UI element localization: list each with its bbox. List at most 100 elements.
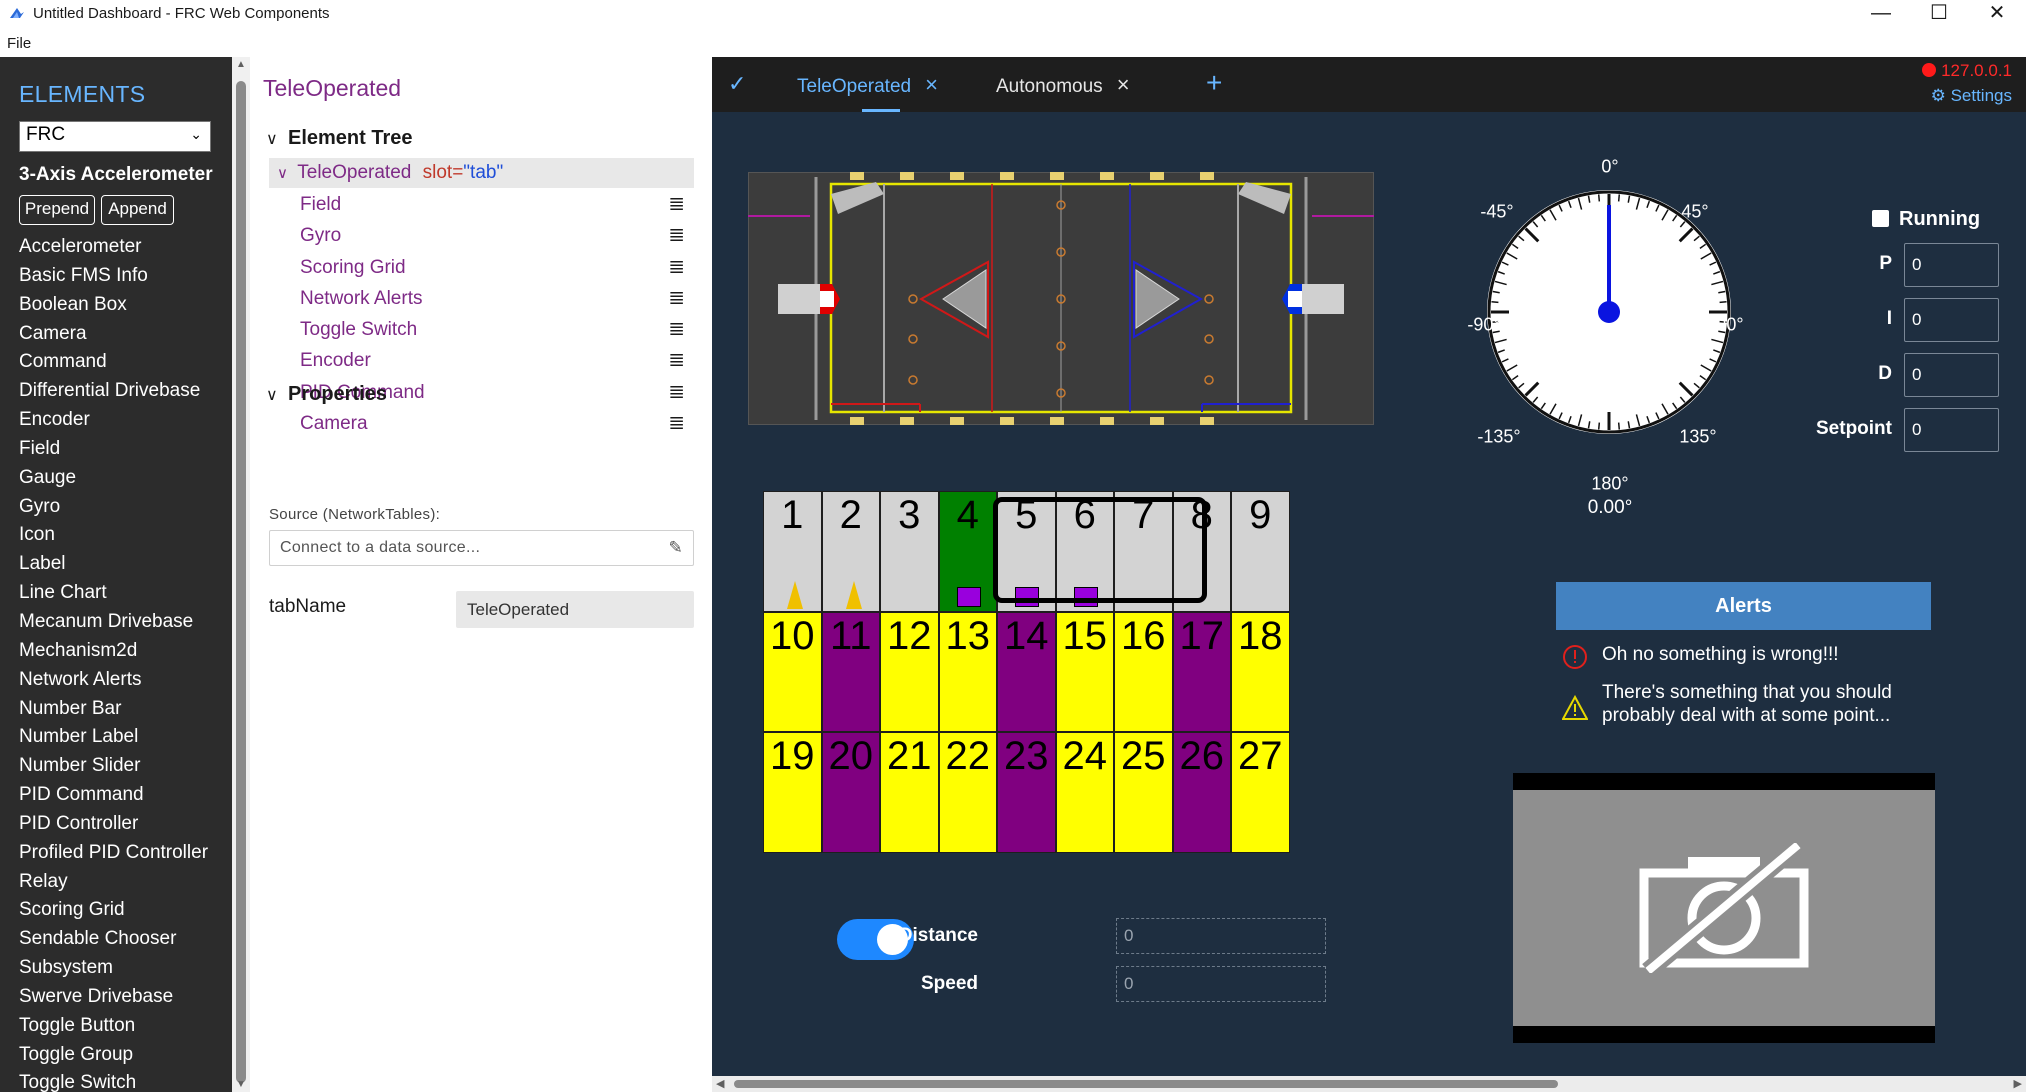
tabname-input[interactable]: TeleOperated	[456, 591, 694, 628]
element-list-item[interactable]: Toggle Group	[19, 1041, 208, 1070]
pid-p-input[interactable]: 0	[1904, 243, 1999, 287]
element-list-item[interactable]: Number Slider	[19, 752, 208, 781]
element-list-item[interactable]: Gauge	[19, 464, 208, 493]
prepend-button[interactable]: Prepend	[19, 195, 95, 225]
edit-icon[interactable]: ✎	[668, 538, 683, 558]
grid-node-21[interactable]: 21	[880, 732, 939, 854]
drag-handle-icon[interactable]: ≣	[668, 252, 685, 283]
element-tree-heading[interactable]: ∨ Element Tree	[266, 127, 413, 150]
grid-node-23[interactable]: 23	[997, 732, 1056, 854]
drag-handle-icon[interactable]: ≣	[668, 408, 685, 439]
grid-node-9[interactable]: 9	[1231, 491, 1290, 612]
grid-node-18[interactable]: 18	[1231, 611, 1290, 733]
element-list-item[interactable]: Accelerometer	[19, 233, 208, 262]
tree-node[interactable]: Scoring Grid ≣	[300, 252, 700, 283]
element-list-item[interactable]: PID Controller	[19, 810, 208, 839]
tab-autonomous[interactable]: Autonomous ×	[996, 72, 1130, 98]
element-list-item[interactable]: Number Bar	[19, 695, 208, 724]
element-list-item[interactable]: PID Command	[19, 781, 208, 810]
element-list-item[interactable]: Relay	[19, 868, 208, 897]
source-input[interactable]: Connect to a data source... ✎	[269, 530, 694, 566]
element-list-item[interactable]: Boolean Box	[19, 291, 208, 320]
grid-node-2[interactable]: 2	[821, 491, 880, 612]
scroll-down-icon[interactable]: ▼	[236, 1079, 246, 1090]
tree-node[interactable]: Field ≣	[300, 189, 700, 220]
element-list-item[interactable]: Network Alerts	[19, 666, 208, 695]
tree-root-node[interactable]: ∨ TeleOperated slot="tab"	[269, 158, 694, 188]
drag-handle-icon[interactable]: ≣	[668, 314, 685, 345]
drag-handle-icon[interactable]: ≣	[668, 189, 685, 220]
tree-node[interactable]: Toggle Switch ≣	[300, 314, 700, 345]
settings-button[interactable]: ⚙ Settings	[1931, 86, 2012, 106]
element-list-item[interactable]: Sendable Chooser	[19, 925, 208, 954]
grid-node-17[interactable]: 17	[1172, 611, 1231, 733]
check-circle-icon[interactable]: ✓	[728, 71, 746, 97]
dashboard-scrollbar-thumb[interactable]	[734, 1080, 1558, 1088]
grid-node-24[interactable]: 24	[1055, 732, 1114, 854]
element-list-item[interactable]: Camera	[19, 320, 208, 349]
element-list-item[interactable]: Field	[19, 435, 208, 464]
properties-heading[interactable]: ∨ Properties	[266, 383, 387, 406]
grid-node-20[interactable]: 20	[821, 732, 880, 854]
tree-node[interactable]: Camera ≣	[300, 408, 700, 439]
element-list-item[interactable]: Number Label	[19, 723, 208, 752]
maximize-button[interactable]: ☐	[1910, 0, 1968, 28]
grid-node-15[interactable]: 15	[1055, 611, 1114, 733]
element-list-item[interactable]: Label	[19, 550, 208, 579]
drag-handle-icon[interactable]: ≣	[668, 377, 685, 408]
checkbox-icon[interactable]	[1872, 210, 1889, 227]
element-list-item[interactable]: Icon	[19, 521, 208, 550]
element-list-item[interactable]: Basic FMS Info	[19, 262, 208, 291]
element-list-item[interactable]: Subsystem	[19, 954, 208, 983]
close-window-button[interactable]: ✕	[1968, 0, 2026, 28]
element-list-item[interactable]: Encoder	[19, 406, 208, 435]
grid-node-13[interactable]: 13	[938, 611, 997, 733]
element-list-item[interactable]: Command	[19, 348, 208, 377]
element-list-item[interactable]: Gyro	[19, 493, 208, 522]
library-select[interactable]: FRC ⌄	[19, 121, 211, 152]
element-list-item[interactable]: Profiled PID Controller	[19, 839, 208, 868]
scroll-right-icon[interactable]: ▶	[2014, 1077, 2022, 1090]
grid-node-10[interactable]: 10	[763, 611, 822, 733]
element-list-item[interactable]: Differential Drivebase	[19, 377, 208, 406]
append-button[interactable]: Append	[101, 195, 174, 225]
grid-node-27[interactable]: 27	[1231, 732, 1290, 854]
pid-d-input[interactable]: 0	[1904, 353, 1999, 397]
dashboard-scrollbar[interactable]: ◀ ▶	[712, 1076, 2026, 1092]
drag-handle-icon[interactable]: ≣	[668, 220, 685, 251]
pid-running-checkbox[interactable]: Running	[1872, 208, 1980, 231]
grid-node-1[interactable]: 1	[763, 491, 822, 612]
grid-node-19[interactable]: 19	[763, 732, 822, 854]
distance-field[interactable]: 0	[1116, 918, 1326, 954]
close-tab-icon[interactable]: ×	[925, 72, 938, 97]
drag-handle-icon[interactable]: ≣	[668, 283, 685, 314]
grid-node-25[interactable]: 25	[1114, 732, 1173, 854]
close-tab-icon[interactable]: ×	[1117, 72, 1130, 97]
tree-node[interactable]: Gyro ≣	[300, 220, 700, 251]
tree-node[interactable]: Network Alerts ≣	[300, 283, 700, 314]
pid-setpoint-input[interactable]: 0	[1904, 408, 1999, 452]
add-tab-button[interactable]: +	[1206, 67, 1222, 99]
element-list-item[interactable]: Toggle Switch	[19, 1069, 208, 1092]
speed-field[interactable]: 0	[1116, 966, 1326, 1002]
scroll-left-icon[interactable]: ◀	[716, 1077, 724, 1090]
minimize-button[interactable]: —	[1852, 0, 1910, 28]
sidebar-scrollbar-thumb[interactable]	[236, 81, 246, 1083]
element-list-item[interactable]: Line Chart	[19, 579, 208, 608]
grid-node-4[interactable]: 4	[938, 491, 997, 612]
sidebar-scrollbar[interactable]: ▲ ▼	[232, 57, 250, 1092]
grid-node-16[interactable]: 16	[1114, 611, 1173, 733]
element-list-item[interactable]: Mechanism2d	[19, 637, 208, 666]
grid-node-22[interactable]: 22	[938, 732, 997, 854]
pid-i-input[interactable]: 0	[1904, 298, 1999, 342]
grid-node-12[interactable]: 12	[880, 611, 939, 733]
tree-node[interactable]: Encoder ≣	[300, 345, 700, 376]
drag-handle-icon[interactable]: ≣	[668, 345, 685, 376]
scroll-up-icon[interactable]: ▲	[236, 59, 246, 70]
element-list-item[interactable]: Toggle Button	[19, 1012, 208, 1041]
grid-node-3[interactable]: 3	[880, 491, 939, 612]
grid-node-11[interactable]: 11	[821, 611, 880, 733]
element-list-item[interactable]: Swerve Drivebase	[19, 983, 208, 1012]
element-list-item[interactable]: Mecanum Drivebase	[19, 608, 208, 637]
tab-teleoperated[interactable]: TeleOperated ×	[797, 72, 938, 98]
